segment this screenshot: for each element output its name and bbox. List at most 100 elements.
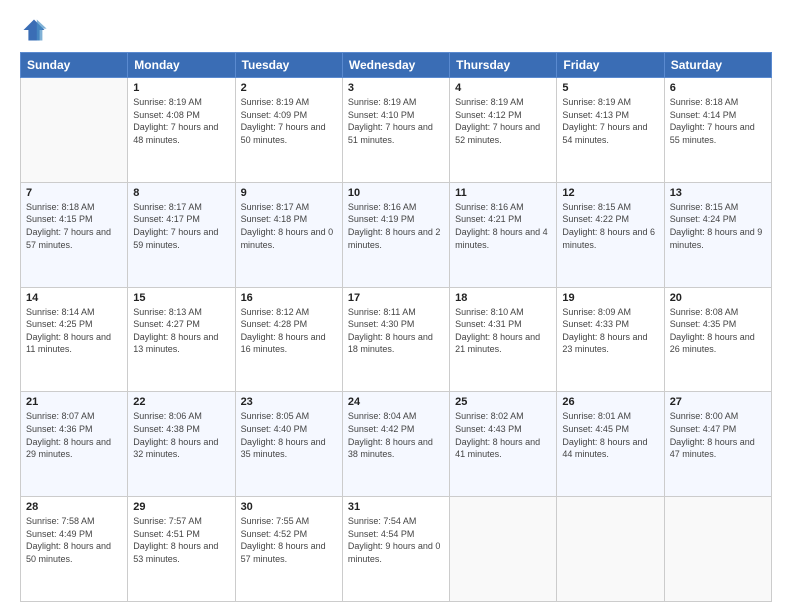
day-info: Sunrise: 8:14 AMSunset: 4:25 PMDaylight:… [26,306,122,356]
day-number: 28 [26,501,122,513]
day-number: 2 [241,82,337,94]
day-info: Sunrise: 8:00 AMSunset: 4:47 PMDaylight:… [670,410,766,460]
day-info: Sunrise: 7:55 AMSunset: 4:52 PMDaylight:… [241,515,337,565]
day-cell: 5 Sunrise: 8:19 AMSunset: 4:13 PMDaylight… [557,78,664,183]
weekday-header-row: Sunday Monday Tuesday Wednesday Thursday… [21,53,772,78]
day-cell: 19Sunrise: 8:09 AMSunset: 4:33 PMDayligh… [557,287,664,392]
header-monday: Monday [128,53,235,78]
day-number: 27 [670,396,766,408]
day-cell: 16 Sunrise: 8:12 AMSunset: 4:28 PMDayligh… [235,287,342,392]
day-cell: 2 Sunrise: 8:19 AMSunset: 4:09 PMDaylight… [235,78,342,183]
day-info: Sunrise: 8:01 AMSunset: 4:45 PMDaylight:… [562,410,658,460]
day-info: Sunrise: 7:58 AMSunset: 4:49 PMDaylight:… [26,515,122,565]
day-cell [450,497,557,602]
day-cell: 22Sunrise: 8:06 AMSunset: 4:38 PMDayligh… [128,392,235,497]
day-cell: 6 Sunrise: 8:18 AMSunset: 4:14 PMDaylight… [664,78,771,183]
day-info: Sunrise: 8:16 AMSunset: 4:21 PMDaylight:… [455,201,551,251]
day-info: Sunrise: 8:17 AMSunset: 4:17 PMDaylight:… [133,201,229,251]
day-info: Sunrise: 8:19 AMSunset: 4:08 PMDaylight:… [133,96,229,146]
day-number: 25 [455,396,551,408]
logo [20,16,52,44]
day-info: Sunrise: 8:18 AMSunset: 4:15 PMDaylight:… [26,201,122,251]
day-info: Sunrise: 8:07 AMSunset: 4:36 PMDaylight:… [26,410,122,460]
page: Sunday Monday Tuesday Wednesday Thursday… [0,0,792,612]
day-info: Sunrise: 8:18 AMSunset: 4:14 PMDaylight:… [670,96,766,146]
day-info: Sunrise: 8:19 AMSunset: 4:13 PMDaylight:… [562,96,658,146]
day-number: 12 [562,187,658,199]
logo-icon [20,16,48,44]
day-number: 22 [133,396,229,408]
day-number: 20 [670,292,766,304]
day-cell: 12 Sunrise: 8:15 AMSunset: 4:22 PMDayligh… [557,182,664,287]
day-info: Sunrise: 8:17 AMSunset: 4:18 PMDaylight:… [241,201,337,251]
day-info: Sunrise: 7:54 AMSunset: 4:54 PMDaylight:… [348,515,444,565]
day-number: 14 [26,292,122,304]
day-cell: 15Sunrise: 8:13 AMSunset: 4:27 PMDayligh… [128,287,235,392]
day-number: 15 [133,292,229,304]
week-row-1: 1 Sunrise: 8:19 AMSunset: 4:08 PMDaylight… [21,78,772,183]
day-info: Sunrise: 8:08 AMSunset: 4:35 PMDaylight:… [670,306,766,356]
week-row-2: 7 Sunrise: 8:18 AMSunset: 4:15 PMDaylight… [21,182,772,287]
day-number: 4 [455,82,551,94]
day-number: 18 [455,292,551,304]
day-number: 21 [26,396,122,408]
day-cell: 29 Sunrise: 7:57 AMSunset: 4:51 PMDayligh… [128,497,235,602]
day-number: 13 [670,187,766,199]
calendar-table: Sunday Monday Tuesday Wednesday Thursday… [20,52,772,602]
header-tuesday: Tuesday [235,53,342,78]
header-saturday: Saturday [664,53,771,78]
day-info: Sunrise: 8:15 AMSunset: 4:22 PMDaylight:… [562,201,658,251]
day-number: 11 [455,187,551,199]
day-cell [664,497,771,602]
day-info: Sunrise: 8:16 AMSunset: 4:19 PMDaylight:… [348,201,444,251]
day-cell: 28 Sunrise: 7:58 AMSunset: 4:49 PMDayligh… [21,497,128,602]
day-info: Sunrise: 8:19 AMSunset: 4:12 PMDaylight:… [455,96,551,146]
day-number: 17 [348,292,444,304]
day-number: 6 [670,82,766,94]
day-number: 8 [133,187,229,199]
day-number: 23 [241,396,337,408]
header [20,16,772,44]
day-number: 3 [348,82,444,94]
day-number: 10 [348,187,444,199]
day-number: 24 [348,396,444,408]
day-cell: 17Sunrise: 8:11 AMSunset: 4:30 PMDayligh… [342,287,449,392]
day-info: Sunrise: 8:12 AMSunset: 4:28 PMDaylight:… [241,306,337,356]
day-info: Sunrise: 7:57 AMSunset: 4:51 PMDaylight:… [133,515,229,565]
day-cell: 25 Sunrise: 8:02 AMSunset: 4:43 PMDayligh… [450,392,557,497]
day-info: Sunrise: 8:09 AMSunset: 4:33 PMDaylight:… [562,306,658,356]
header-sunday: Sunday [21,53,128,78]
day-number: 16 [241,292,337,304]
day-number: 9 [241,187,337,199]
day-cell: 21 Sunrise: 8:07 AMSunset: 4:36 PMDayligh… [21,392,128,497]
day-cell [557,497,664,602]
day-cell: 3 Sunrise: 8:19 AMSunset: 4:10 PMDaylight… [342,78,449,183]
day-cell: 13 Sunrise: 8:15 AMSunset: 4:24 PMDayligh… [664,182,771,287]
day-cell: 11 Sunrise: 8:16 AMSunset: 4:21 PMDayligh… [450,182,557,287]
day-cell: 1 Sunrise: 8:19 AMSunset: 4:08 PMDaylight… [128,78,235,183]
day-cell: 14 Sunrise: 8:14 AMSunset: 4:25 PMDayligh… [21,287,128,392]
day-cell: 24 Sunrise: 8:04 AMSunset: 4:42 PMDayligh… [342,392,449,497]
day-number: 26 [562,396,658,408]
day-info: Sunrise: 8:15 AMSunset: 4:24 PMDaylight:… [670,201,766,251]
day-info: Sunrise: 8:19 AMSunset: 4:09 PMDaylight:… [241,96,337,146]
day-info: Sunrise: 8:02 AMSunset: 4:43 PMDaylight:… [455,410,551,460]
day-cell: 26 Sunrise: 8:01 AMSunset: 4:45 PMDayligh… [557,392,664,497]
week-row-4: 21 Sunrise: 8:07 AMSunset: 4:36 PMDayligh… [21,392,772,497]
day-number: 1 [133,82,229,94]
day-info: Sunrise: 8:10 AMSunset: 4:31 PMDaylight:… [455,306,551,356]
day-number: 5 [562,82,658,94]
day-cell: 18 Sunrise: 8:10 AMSunset: 4:31 PMDayligh… [450,287,557,392]
day-cell: 10 Sunrise: 8:16 AMSunset: 4:19 PMDayligh… [342,182,449,287]
day-cell: 27 Sunrise: 8:00 AMSunset: 4:47 PMDayligh… [664,392,771,497]
day-cell: 8 Sunrise: 8:17 AMSunset: 4:17 PMDaylight… [128,182,235,287]
day-info: Sunrise: 8:19 AMSunset: 4:10 PMDaylight:… [348,96,444,146]
day-number: 7 [26,187,122,199]
day-number: 29 [133,501,229,513]
day-info: Sunrise: 8:04 AMSunset: 4:42 PMDaylight:… [348,410,444,460]
day-cell: 23Sunrise: 8:05 AMSunset: 4:40 PMDayligh… [235,392,342,497]
day-cell: 9 Sunrise: 8:17 AMSunset: 4:18 PMDaylight… [235,182,342,287]
day-cell: 4 Sunrise: 8:19 AMSunset: 4:12 PMDaylight… [450,78,557,183]
week-row-3: 14 Sunrise: 8:14 AMSunset: 4:25 PMDayligh… [21,287,772,392]
day-cell: 30Sunrise: 7:55 AMSunset: 4:52 PMDayligh… [235,497,342,602]
